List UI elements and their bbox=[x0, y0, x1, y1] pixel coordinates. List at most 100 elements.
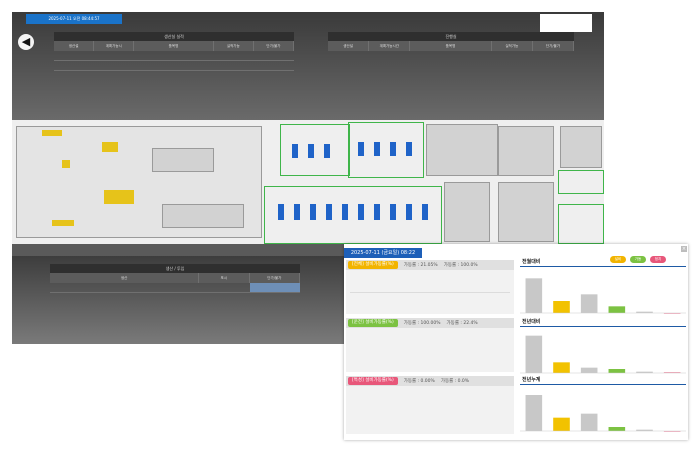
utility-area bbox=[498, 182, 554, 242]
chart-month bbox=[520, 266, 686, 321]
close-icon[interactable]: × bbox=[681, 246, 687, 252]
chart-year bbox=[520, 326, 686, 381]
table-row[interactable] bbox=[54, 61, 294, 71]
chart-title: 전월대비 bbox=[522, 259, 541, 265]
chart-bar bbox=[553, 362, 570, 373]
panel-title: 생산 / 투입 bbox=[50, 264, 300, 273]
robot-cell bbox=[102, 142, 118, 152]
utility-area bbox=[498, 126, 554, 176]
storage-area bbox=[444, 182, 490, 242]
table-row[interactable] bbox=[50, 283, 300, 293]
popup-date: 2025-07-11 (금요일) 08:22 bbox=[344, 248, 422, 258]
panel-title: 생산실 실적 bbox=[54, 32, 294, 41]
column-header: 계획가능시 bbox=[94, 41, 135, 51]
column-header: 단가/불가 bbox=[249, 273, 301, 283]
conveyor bbox=[42, 130, 62, 136]
robot-cell bbox=[104, 190, 134, 204]
machine-unit bbox=[326, 204, 332, 220]
production-panel-right: 진행실 생산설 계획가능시간 품목명 실적가능 단가/불가 bbox=[328, 32, 575, 51]
section-all: [전체] 설비가동률(%) 가동률 : 21.05% 가동률 : 100.0% bbox=[346, 260, 514, 314]
robot-cell bbox=[62, 160, 70, 168]
machine-unit bbox=[374, 142, 380, 156]
top-right-widget[interactable] bbox=[540, 14, 592, 32]
column-header: 품목명 bbox=[134, 41, 214, 51]
column-header: 계획가능시간 bbox=[369, 41, 411, 51]
chart-bar bbox=[608, 306, 626, 313]
section-badge: [운전] 설비가동률(%) bbox=[348, 319, 398, 327]
chart-cumulative bbox=[520, 384, 686, 439]
legend-pill-running[interactable]: 가동 bbox=[630, 256, 646, 263]
chart-bar bbox=[580, 413, 598, 431]
datetime-bar: 2025-07-11 오전 08:44:57 bbox=[26, 14, 122, 24]
chart-bar bbox=[580, 294, 598, 313]
chart-title: 전년대비 bbox=[522, 319, 541, 325]
chart-svg bbox=[520, 278, 686, 314]
machine-unit bbox=[342, 204, 348, 220]
conveyor bbox=[52, 220, 74, 226]
column-header: 단가/불가 bbox=[532, 41, 575, 51]
column-header: 생산설 bbox=[328, 41, 370, 51]
panel-title: 진행실 bbox=[328, 32, 574, 41]
machine-unit bbox=[374, 204, 380, 220]
table-header: 생산 포시 단가/불가 bbox=[50, 273, 301, 283]
chart-svg bbox=[520, 335, 686, 374]
machine-unit bbox=[294, 204, 300, 220]
legend-pill-stopped[interactable]: 정지 bbox=[650, 256, 666, 263]
machine-unit bbox=[308, 144, 314, 158]
machine-unit bbox=[324, 144, 330, 158]
column-header: 생산 bbox=[50, 273, 200, 283]
zone-a[interactable] bbox=[280, 124, 350, 176]
section-header: [전체] 설비가동률(%) 가동률 : 21.05% 가동률 : 100.0% bbox=[346, 260, 514, 270]
column-header: 실적가능 bbox=[491, 41, 533, 51]
column-header: 포시 bbox=[199, 273, 250, 283]
table-row[interactable] bbox=[54, 51, 294, 61]
rate-secondary: 가동률 : 100.0% bbox=[443, 263, 478, 268]
table-header: 생산설 계획가능시간 품목명 실적가능 단가/불가 bbox=[328, 41, 575, 51]
chart-bar bbox=[525, 395, 543, 431]
section-badge: [전체] 설비가동률(%) bbox=[348, 261, 398, 269]
machine-unit bbox=[406, 142, 412, 156]
table-header: 생산설 계획가능시 품목명 실적가능 단가/불가 bbox=[54, 41, 295, 51]
production-panel-left: 생산실 실적 생산설 계획가능시 품목명 실적가능 단가/불가 bbox=[54, 32, 295, 71]
chart-bar bbox=[525, 278, 543, 313]
zone-c[interactable] bbox=[264, 186, 442, 244]
rate-primary: 가동률 : 21.05% bbox=[403, 263, 438, 268]
chart-bar bbox=[553, 301, 570, 313]
factory-floor-map[interactable] bbox=[12, 120, 604, 244]
rate-primary: 가동률 : 100.00% bbox=[403, 321, 441, 326]
section-special: [특성] 설비가동률(%) 가동률 : 0.00% 가동률 : 0.0% bbox=[346, 376, 514, 434]
production-panel-bottom: 생산 / 투입 생산 포시 단가/불가 bbox=[50, 264, 301, 293]
logo-icon: ◀ bbox=[18, 34, 34, 50]
machine-unit bbox=[310, 204, 316, 220]
column-header: 품목명 bbox=[410, 41, 492, 51]
machine-unit bbox=[406, 204, 412, 220]
zone-e[interactable] bbox=[558, 204, 604, 244]
utilization-popup: 2025-07-11 (금요일) 08:22 × 설비 가동 정지 [전체] 설… bbox=[344, 244, 688, 440]
machine-unit bbox=[358, 142, 364, 156]
machine-unit bbox=[422, 204, 428, 220]
machine-unit bbox=[390, 204, 396, 220]
rate-secondary: 가동률 : 22.4% bbox=[446, 321, 478, 326]
section-badge: [특성] 설비가동률(%) bbox=[348, 377, 398, 385]
chart-title: 전년누계 bbox=[522, 377, 541, 383]
section-header: [운전] 설비가동률(%) 가동률 : 100.00% 가동률 : 22.4% bbox=[346, 318, 514, 328]
legend-pill-facility[interactable]: 설비 bbox=[610, 256, 626, 263]
section-detail bbox=[350, 274, 510, 293]
machine-row bbox=[162, 204, 244, 228]
column-header: 단가/불가 bbox=[253, 41, 295, 51]
machine-row bbox=[152, 148, 214, 172]
machine-unit bbox=[278, 204, 284, 220]
column-header: 생산설 bbox=[54, 41, 95, 51]
zone-d[interactable] bbox=[558, 170, 604, 194]
chart-svg bbox=[520, 395, 686, 432]
chart-bar bbox=[580, 367, 598, 373]
column-header: 실적가능 bbox=[213, 41, 254, 51]
lab-area bbox=[560, 126, 602, 168]
section-header: [특성] 설비가동률(%) 가동률 : 0.00% 가동률 : 0.0% bbox=[346, 376, 514, 386]
chart-bar bbox=[608, 369, 626, 373]
office-area bbox=[426, 124, 498, 176]
rate-primary: 가동률 : 0.00% bbox=[403, 379, 435, 384]
section-run: [운전] 설비가동률(%) 가동률 : 100.00% 가동률 : 22.4% bbox=[346, 318, 514, 372]
chart-bar bbox=[608, 427, 626, 431]
chart-bar bbox=[525, 335, 543, 373]
